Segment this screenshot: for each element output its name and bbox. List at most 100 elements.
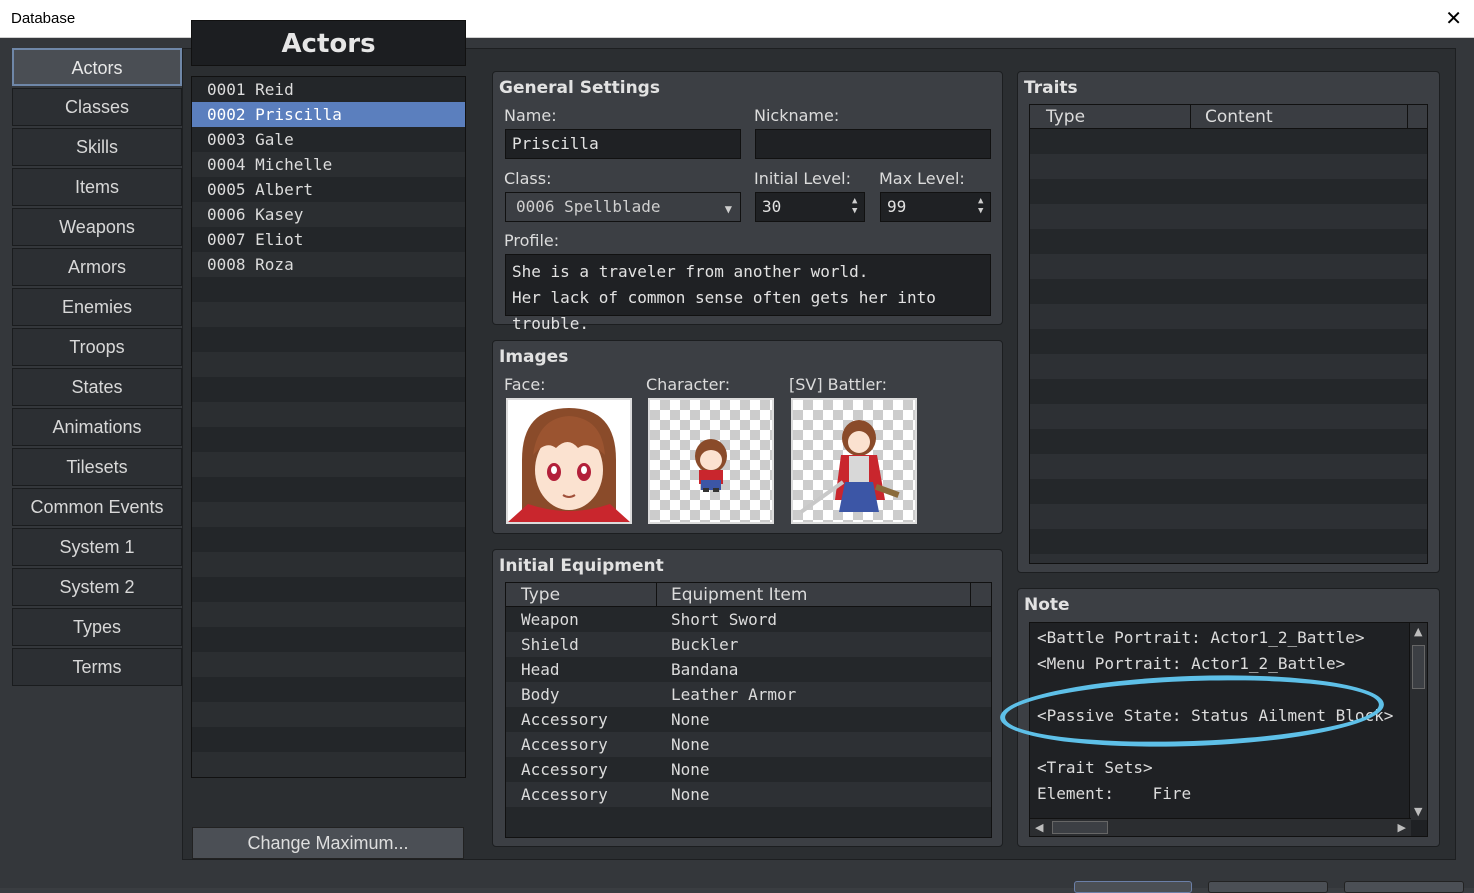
- actor-list-item[interactable]: [192, 627, 465, 652]
- character-image[interactable]: [648, 398, 774, 524]
- actor-list-item[interactable]: 0004 Michelle: [192, 152, 465, 177]
- category-weapons[interactable]: Weapons: [12, 208, 182, 246]
- category-classes[interactable]: Classes: [12, 88, 182, 126]
- table-row[interactable]: [1030, 329, 1427, 354]
- table-row[interactable]: [506, 807, 991, 832]
- table-row[interactable]: [1030, 154, 1427, 179]
- category-common-events[interactable]: Common Events: [12, 488, 182, 526]
- table-row[interactable]: [1030, 529, 1427, 554]
- actor-list-item[interactable]: [192, 427, 465, 452]
- face-image[interactable]: [506, 398, 632, 524]
- note-horizontal-scrollbar[interactable]: ◀ ▶: [1030, 818, 1411, 836]
- table-row[interactable]: [1030, 304, 1427, 329]
- table-row[interactable]: Head Bandana: [506, 657, 991, 682]
- nickname-field[interactable]: [755, 129, 991, 159]
- table-row[interactable]: [1030, 479, 1427, 504]
- category-states[interactable]: States: [12, 368, 182, 406]
- table-row[interactable]: [1030, 204, 1427, 229]
- actor-list-item[interactable]: [192, 527, 465, 552]
- table-row[interactable]: [1030, 254, 1427, 279]
- scroll-left-icon[interactable]: ◀: [1035, 821, 1043, 834]
- actor-list-item[interactable]: [192, 602, 465, 627]
- name-field[interactable]: Priscilla: [505, 129, 741, 159]
- table-row[interactable]: Accessory None: [506, 782, 991, 807]
- category-skills[interactable]: Skills: [12, 128, 182, 166]
- category-actors[interactable]: Actors: [12, 48, 182, 86]
- table-row[interactable]: [1030, 429, 1427, 454]
- col-item-header[interactable]: Equipment Item: [671, 585, 807, 605]
- scroll-right-icon[interactable]: ▶: [1398, 821, 1406, 834]
- actor-list-item[interactable]: 0006 Kasey: [192, 202, 465, 227]
- table-row[interactable]: Weapon Short Sword: [506, 607, 991, 632]
- category-troops[interactable]: Troops: [12, 328, 182, 366]
- actor-list-item[interactable]: 0002 Priscilla: [192, 102, 465, 127]
- actor-list-item[interactable]: [192, 352, 465, 377]
- max-level-stepper[interactable]: 99 ▲ ▼: [880, 192, 991, 222]
- table-row[interactable]: [1030, 454, 1427, 479]
- table-row[interactable]: [1030, 354, 1427, 379]
- actor-list[interactable]: 0001 Reid 0002 Priscilla 0003 Gale 0004 Mic…: [191, 76, 466, 778]
- traits-col-type-header[interactable]: Type: [1046, 107, 1085, 127]
- category-armors[interactable]: Armors: [12, 248, 182, 286]
- actor-list-item[interactable]: [192, 752, 465, 777]
- class-select[interactable]: 0006 Spellblade ▼: [505, 192, 741, 222]
- actor-list-item[interactable]: [192, 727, 465, 752]
- table-row[interactable]: [1030, 504, 1427, 529]
- table-row[interactable]: [1030, 129, 1427, 154]
- profile-textarea[interactable]: She is a traveler from another world. He…: [505, 254, 991, 333]
- actor-list-item[interactable]: [192, 552, 465, 577]
- table-row[interactable]: [1030, 404, 1427, 429]
- scroll-thumb[interactable]: [1412, 645, 1425, 689]
- category-tilesets[interactable]: Tilesets: [12, 448, 182, 486]
- table-row[interactable]: Accessory None: [506, 757, 991, 782]
- actor-list-item[interactable]: 0003 Gale: [192, 127, 465, 152]
- traits-table[interactable]: Type Content: [1029, 104, 1428, 564]
- actor-list-item[interactable]: 0001 Reid: [192, 77, 465, 102]
- actor-list-item[interactable]: [192, 377, 465, 402]
- actor-list-item[interactable]: [192, 652, 465, 677]
- battler-image[interactable]: [791, 398, 917, 524]
- actor-list-item[interactable]: [192, 327, 465, 352]
- category-types[interactable]: Types: [12, 608, 182, 646]
- actor-list-item[interactable]: [192, 402, 465, 427]
- category-enemies[interactable]: Enemies: [12, 288, 182, 326]
- category-system-1[interactable]: System 1: [12, 528, 182, 566]
- category-animations[interactable]: Animations: [12, 408, 182, 446]
- actor-list-item[interactable]: [192, 277, 465, 302]
- actor-list-item[interactable]: [192, 452, 465, 477]
- spin-arrows-icon[interactable]: ▲ ▼: [852, 196, 862, 216]
- category-items[interactable]: Items: [12, 168, 182, 206]
- note-textarea[interactable]: <Battle Portrait: Actor1_2_Battle> <Menu …: [1029, 622, 1428, 837]
- initial-level-stepper[interactable]: 30 ▲ ▼: [755, 192, 865, 222]
- table-row[interactable]: [1030, 379, 1427, 404]
- actor-list-item[interactable]: [192, 702, 465, 727]
- note-vertical-scrollbar[interactable]: ▲ ▼: [1409, 623, 1427, 820]
- actor-list-item[interactable]: [192, 577, 465, 602]
- table-row[interactable]: Accessory None: [506, 707, 991, 732]
- scroll-thumb[interactable]: [1052, 821, 1108, 834]
- apply-button-edge[interactable]: [1344, 881, 1464, 893]
- actor-list-item[interactable]: 0005 Albert: [192, 177, 465, 202]
- traits-col-content-header[interactable]: Content: [1205, 107, 1273, 127]
- table-row[interactable]: Body Leather Armor: [506, 682, 991, 707]
- category-system-2[interactable]: System 2: [12, 568, 182, 606]
- actor-list-item[interactable]: [192, 477, 465, 502]
- col-type-header[interactable]: Type: [521, 585, 560, 605]
- actor-list-item[interactable]: [192, 302, 465, 327]
- ok-button-edge[interactable]: [1074, 881, 1192, 893]
- close-icon[interactable]: ✕: [1445, 6, 1462, 30]
- table-row[interactable]: [1030, 179, 1427, 204]
- scroll-down-icon[interactable]: ▼: [1414, 805, 1422, 818]
- actor-list-item[interactable]: 0007 Eliot: [192, 227, 465, 252]
- cancel-button-edge[interactable]: [1208, 881, 1328, 893]
- scroll-up-icon[interactable]: ▲: [1414, 625, 1422, 638]
- actor-list-item[interactable]: [192, 677, 465, 702]
- actor-list-item[interactable]: 0008 Roza: [192, 252, 465, 277]
- table-row[interactable]: Accessory None: [506, 732, 991, 757]
- actor-list-item[interactable]: [192, 502, 465, 527]
- spin-arrows-icon[interactable]: ▲ ▼: [978, 196, 988, 216]
- category-terms[interactable]: Terms: [12, 648, 182, 686]
- change-maximum-button[interactable]: Change Maximum...: [192, 827, 464, 859]
- table-row[interactable]: Shield Buckler: [506, 632, 991, 657]
- table-row[interactable]: [1030, 229, 1427, 254]
